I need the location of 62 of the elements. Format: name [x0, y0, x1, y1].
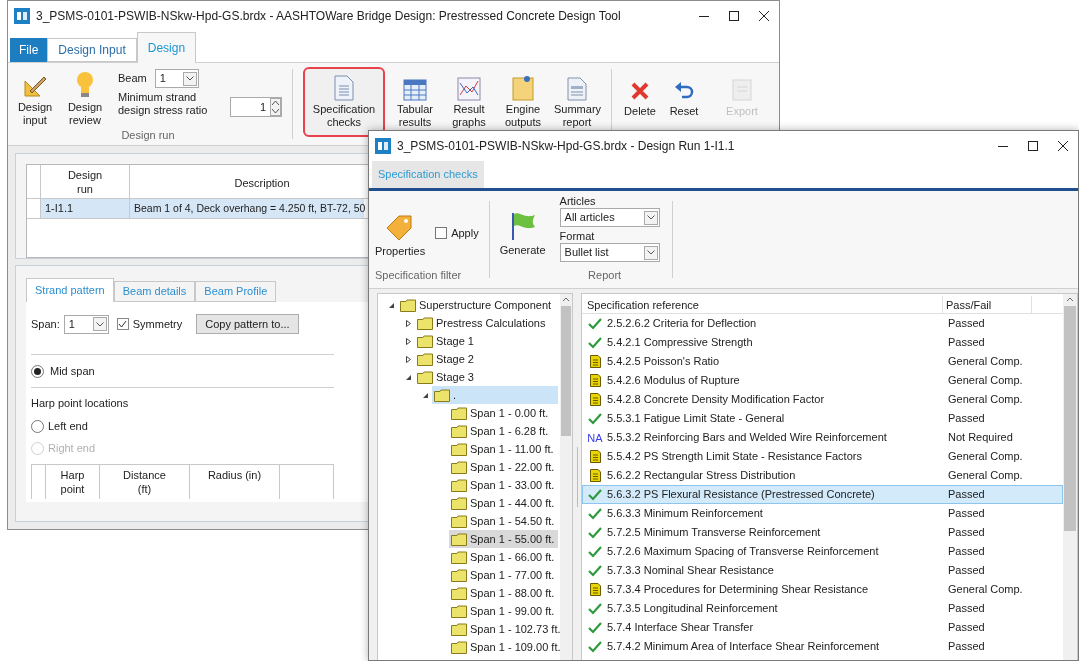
table-cell-text: 5.7.3.4 Procedures for Determining Shear Resistance [607, 582, 870, 598]
table-cell-text: 5.6.3.2 PS Flexural Resistance (Prestressed Concrete) [607, 487, 876, 503]
table-cell-text: 5.4.2.8 Concrete Density Modification Factor [607, 392, 826, 408]
table-cell-text: Passed [947, 639, 986, 655]
table-cell-text: 5.7.3.5 Longitudinal Reinforcement [607, 601, 779, 617]
group-label: Design run [120, 128, 176, 143]
field-label: Minimum strand design stress ratio [118, 91, 209, 117]
radio-label: Left end [48, 419, 88, 435]
table-cell-text: Passed [947, 411, 986, 427]
column-header: Description [233, 176, 291, 191]
table-cell-text: Passed [947, 525, 986, 541]
field-label: Span: [31, 316, 60, 332]
na-label: NA [587, 431, 603, 444]
table-cell-text: Passed [947, 487, 986, 503]
table-cell-text: General Comp. [947, 354, 1024, 370]
table-cell-text: 5.6.2.2 Rectangular Stress Distribution [607, 468, 797, 484]
table-cell-text: 5.4.2.1 Compressive Strength [607, 335, 754, 351]
table-cell-text: General Comp. [947, 373, 1024, 389]
field-label: Format [559, 230, 596, 243]
checkbox-label: Apply [451, 225, 479, 241]
group-label: Specification filter [375, 268, 463, 283]
group-label: Report [587, 268, 623, 283]
table-cell-text: 5.7.3.3 Nominal Shear Resistance [607, 563, 775, 579]
table-cell-text: General Comp. [947, 468, 1024, 484]
table-cell-text: 5.5.3.1 Fatigue Limit State - General [607, 411, 786, 427]
table-cell-text: 5.5.3.2 Reinforcing Bars and Welded Wire Reinforcement [607, 430, 888, 446]
field-label: Articles [559, 195, 597, 208]
window-title: 3_PSMS-0101-PSWIB-NSkw-Hpd-GS.brdx - Design Run 1-I1.1 [397, 138, 735, 155]
table-cell-text: 5.4.2.5 Poisson's Ratio [607, 354, 721, 370]
table-cell-text: Passed [947, 316, 986, 332]
table-cell-text: Passed [947, 544, 986, 560]
table-cell-text: General Comp. [947, 582, 1024, 598]
table-cell: 1-I1.1 [41, 199, 130, 218]
table-cell-text: General Comp. [947, 392, 1024, 408]
window-title: 3_PSMS-0101-PSWIB-NSkw-Hpd-GS.brdx - AASHTOWare Bridge Design: Prestressed Concrete Design Tool [36, 8, 621, 25]
table-cell-text: 5.4.2.6 Modulus of Rupture [607, 373, 741, 389]
column-header: Harp point [46, 464, 100, 499]
section-heading: Harp point locations [31, 396, 130, 411]
table-cell-text: 5.5.4.2 PS Strength Limit State - Resistance Factors [607, 449, 863, 465]
table-cell-text: Not Required [947, 430, 1014, 446]
field-label: Beam [118, 71, 147, 87]
checkbox-label: Symmetry [132, 316, 183, 332]
column-header: Distance (ft) [100, 464, 190, 499]
table-cell: Beam 1 of 4, Deck overhang = 4.250 ft, BT-72, 50 [130, 199, 364, 218]
table-cell-text: Passed [947, 563, 986, 579]
table-cell-text: Passed [947, 601, 986, 617]
table-cell-text: Passed [947, 506, 986, 522]
radio-label: Right end [48, 441, 96, 457]
table-cell-text: General Comp. [947, 449, 1024, 465]
table-cell-text: 5.7.4.2 Minimum Area of Interface Shear Reinforcement [607, 639, 881, 655]
table-cell-text: 2.5.2.6.2 Criteria for Deflection [607, 316, 758, 332]
column-header: Radius (in) [190, 464, 280, 499]
column-header: Design run [41, 165, 130, 198]
column-header: Pass/Fail [942, 296, 1032, 313]
table-cell-text: Passed [947, 620, 986, 636]
table-cell-text: 5.7.2.5 Minimum Transverse Reinforcement [607, 525, 822, 541]
radio-label: Mid span [50, 363, 95, 379]
table-cell-text: 5.7.4 Interface Shear Transfer [607, 620, 755, 636]
table-cell-text: Passed [947, 335, 986, 351]
table-cell-text: 5.6.3.3 Minimum Reinforcement [607, 506, 764, 522]
table-cell-text: 5.7.2.6 Maximum Spacing of Transverse Reinforcement [607, 544, 880, 560]
column-header: Specification reference [586, 298, 700, 313]
